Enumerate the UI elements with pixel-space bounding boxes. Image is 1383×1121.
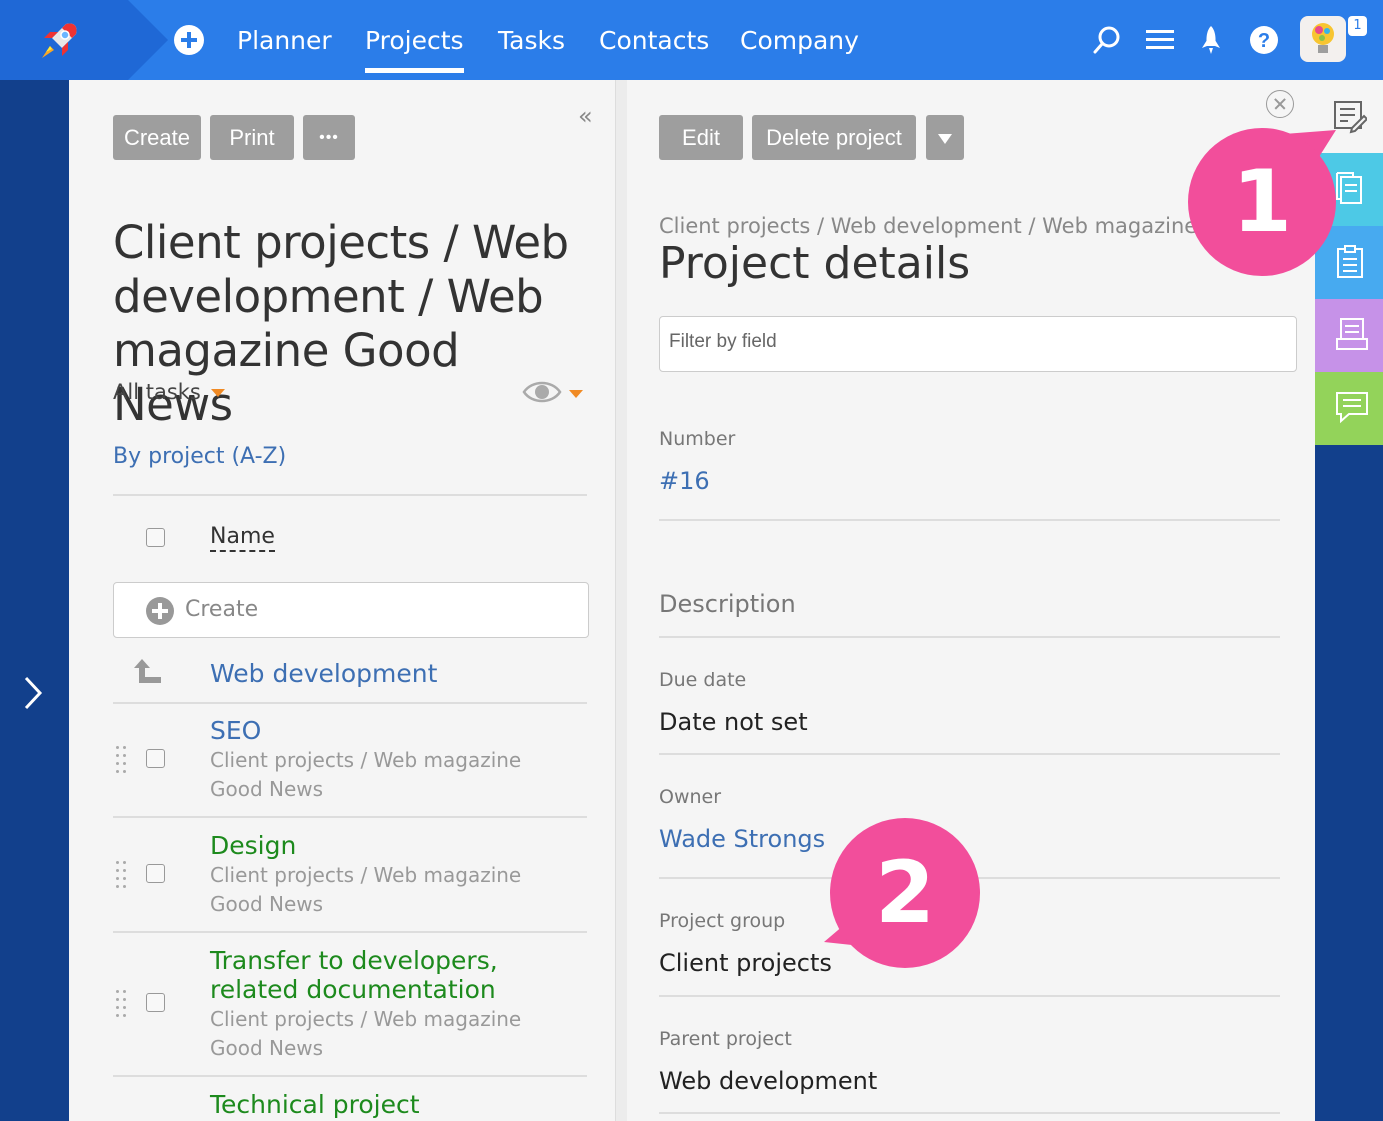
tab-history[interactable] bbox=[1315, 299, 1383, 372]
inline-create-input[interactable]: Create bbox=[113, 582, 589, 638]
more-actions-button[interactable]: ••• bbox=[303, 115, 355, 160]
printer-document-icon bbox=[1336, 318, 1368, 350]
help-icon[interactable]: ? bbox=[1248, 24, 1280, 56]
name-column-header[interactable]: Name bbox=[210, 524, 275, 552]
divider bbox=[113, 702, 587, 704]
project-group-label: Project group bbox=[659, 910, 786, 932]
nav-contacts[interactable]: Contacts bbox=[599, 26, 709, 56]
divider bbox=[659, 519, 1280, 521]
create-button[interactable]: Create bbox=[113, 115, 201, 160]
divider bbox=[659, 753, 1280, 755]
project-group-value[interactable]: Client projects bbox=[659, 949, 832, 977]
task-title-technical[interactable]: Technical project bbox=[210, 1090, 420, 1119]
page-title: Project details bbox=[659, 238, 971, 289]
parent-project-value[interactable]: Web development bbox=[659, 1067, 877, 1095]
task-path: Client projects / Web magazine Good News bbox=[210, 1007, 522, 1060]
tab-comments[interactable] bbox=[1315, 372, 1383, 445]
nav-tasks[interactable]: Tasks bbox=[498, 26, 565, 56]
notification-badge[interactable]: 1 bbox=[1348, 16, 1367, 36]
panel-splitter[interactable] bbox=[615, 80, 627, 1121]
chat-icon bbox=[1336, 392, 1368, 424]
expand-sidebar-chevron-icon[interactable] bbox=[20, 675, 46, 711]
rocket-icon[interactable] bbox=[1195, 24, 1227, 56]
divider bbox=[113, 931, 587, 933]
task-checkbox[interactable] bbox=[146, 993, 165, 1012]
top-navigation-bar: Planner Projects Tasks Contacts Company … bbox=[0, 0, 1383, 80]
visibility-eye-icon[interactable] bbox=[522, 378, 562, 406]
task-checkbox[interactable] bbox=[146, 749, 165, 768]
divider bbox=[113, 1075, 587, 1077]
logo-arrow-decoration bbox=[128, 0, 168, 80]
divider bbox=[659, 995, 1280, 997]
edit-document-icon bbox=[1334, 101, 1367, 134]
task-path: Client projects / Web magazine Good News bbox=[210, 863, 522, 916]
filter-by-field-input[interactable] bbox=[659, 316, 1297, 372]
more-dropdown-button[interactable] bbox=[926, 115, 964, 160]
owner-link[interactable]: Wade Strongs bbox=[659, 825, 825, 853]
create-placeholder: Create bbox=[185, 597, 259, 622]
task-title-design[interactable]: Design bbox=[210, 831, 296, 860]
number-value[interactable]: #16 bbox=[659, 467, 710, 495]
clipboard-icon bbox=[1337, 245, 1363, 278]
task-filter-label: All tasks bbox=[113, 380, 201, 404]
nav-projects[interactable]: Projects bbox=[365, 26, 464, 73]
divider bbox=[113, 816, 587, 818]
parent-project-label: Parent project bbox=[659, 1028, 792, 1050]
task-title-seo[interactable]: SEO bbox=[210, 716, 261, 745]
number-label: Number bbox=[659, 428, 736, 450]
task-checkbox[interactable] bbox=[146, 864, 165, 883]
svg-text:?: ? bbox=[1258, 30, 1270, 52]
parent-level-arrow-icon[interactable] bbox=[132, 657, 164, 687]
menu-icon[interactable] bbox=[1144, 24, 1176, 56]
breadcrumb: Client projects / Web development / Web … bbox=[659, 214, 1198, 238]
close-icon[interactable] bbox=[1266, 90, 1294, 118]
user-avatar[interactable] bbox=[1300, 16, 1346, 62]
edit-button[interactable]: Edit bbox=[659, 115, 743, 160]
description-label[interactable]: Description bbox=[659, 590, 796, 618]
collapse-panel-icon[interactable]: « bbox=[578, 102, 593, 130]
delete-project-button[interactable]: Delete project bbox=[752, 115, 916, 160]
task-filter-dropdown[interactable]: All tasks bbox=[113, 380, 225, 404]
plus-circle-icon bbox=[146, 597, 174, 625]
print-button[interactable]: Print bbox=[210, 115, 294, 160]
rocket-logo-icon bbox=[42, 23, 77, 58]
task-title-transfer[interactable]: Transfer to developers, related document… bbox=[210, 946, 590, 1004]
app-logo[interactable] bbox=[0, 0, 128, 80]
left-sidebar bbox=[0, 80, 69, 1121]
drag-handle-icon[interactable] bbox=[116, 746, 128, 773]
search-icon[interactable] bbox=[1092, 24, 1124, 56]
task-path: Client projects / Web magazine Good News bbox=[210, 748, 522, 801]
nav-planner[interactable]: Planner bbox=[237, 26, 332, 56]
due-date-value[interactable]: Date not set bbox=[659, 708, 808, 736]
divider bbox=[659, 1112, 1280, 1114]
parent-project-link[interactable]: Web development bbox=[210, 659, 437, 688]
filter-caret-icon bbox=[210, 389, 225, 397]
avatar-lightbulb-icon bbox=[1312, 23, 1334, 53]
documents-icon bbox=[1336, 172, 1362, 204]
filter-field[interactable] bbox=[669, 331, 1269, 353]
divider bbox=[113, 494, 587, 496]
sort-selector[interactable]: By project (A-Z) bbox=[113, 444, 286, 469]
select-all-checkbox[interactable] bbox=[146, 528, 165, 547]
nav-company[interactable]: Company bbox=[740, 26, 859, 56]
owner-label: Owner bbox=[659, 786, 722, 808]
callout-2: 2 bbox=[830, 818, 980, 968]
drag-handle-icon[interactable] bbox=[116, 861, 128, 888]
quick-add-button[interactable] bbox=[174, 25, 204, 55]
due-date-label: Due date bbox=[659, 669, 747, 691]
divider bbox=[659, 636, 1280, 638]
visibility-caret-icon[interactable] bbox=[569, 390, 583, 398]
callout-1: 1 bbox=[1188, 128, 1336, 276]
drag-handle-icon[interactable] bbox=[116, 990, 128, 1017]
